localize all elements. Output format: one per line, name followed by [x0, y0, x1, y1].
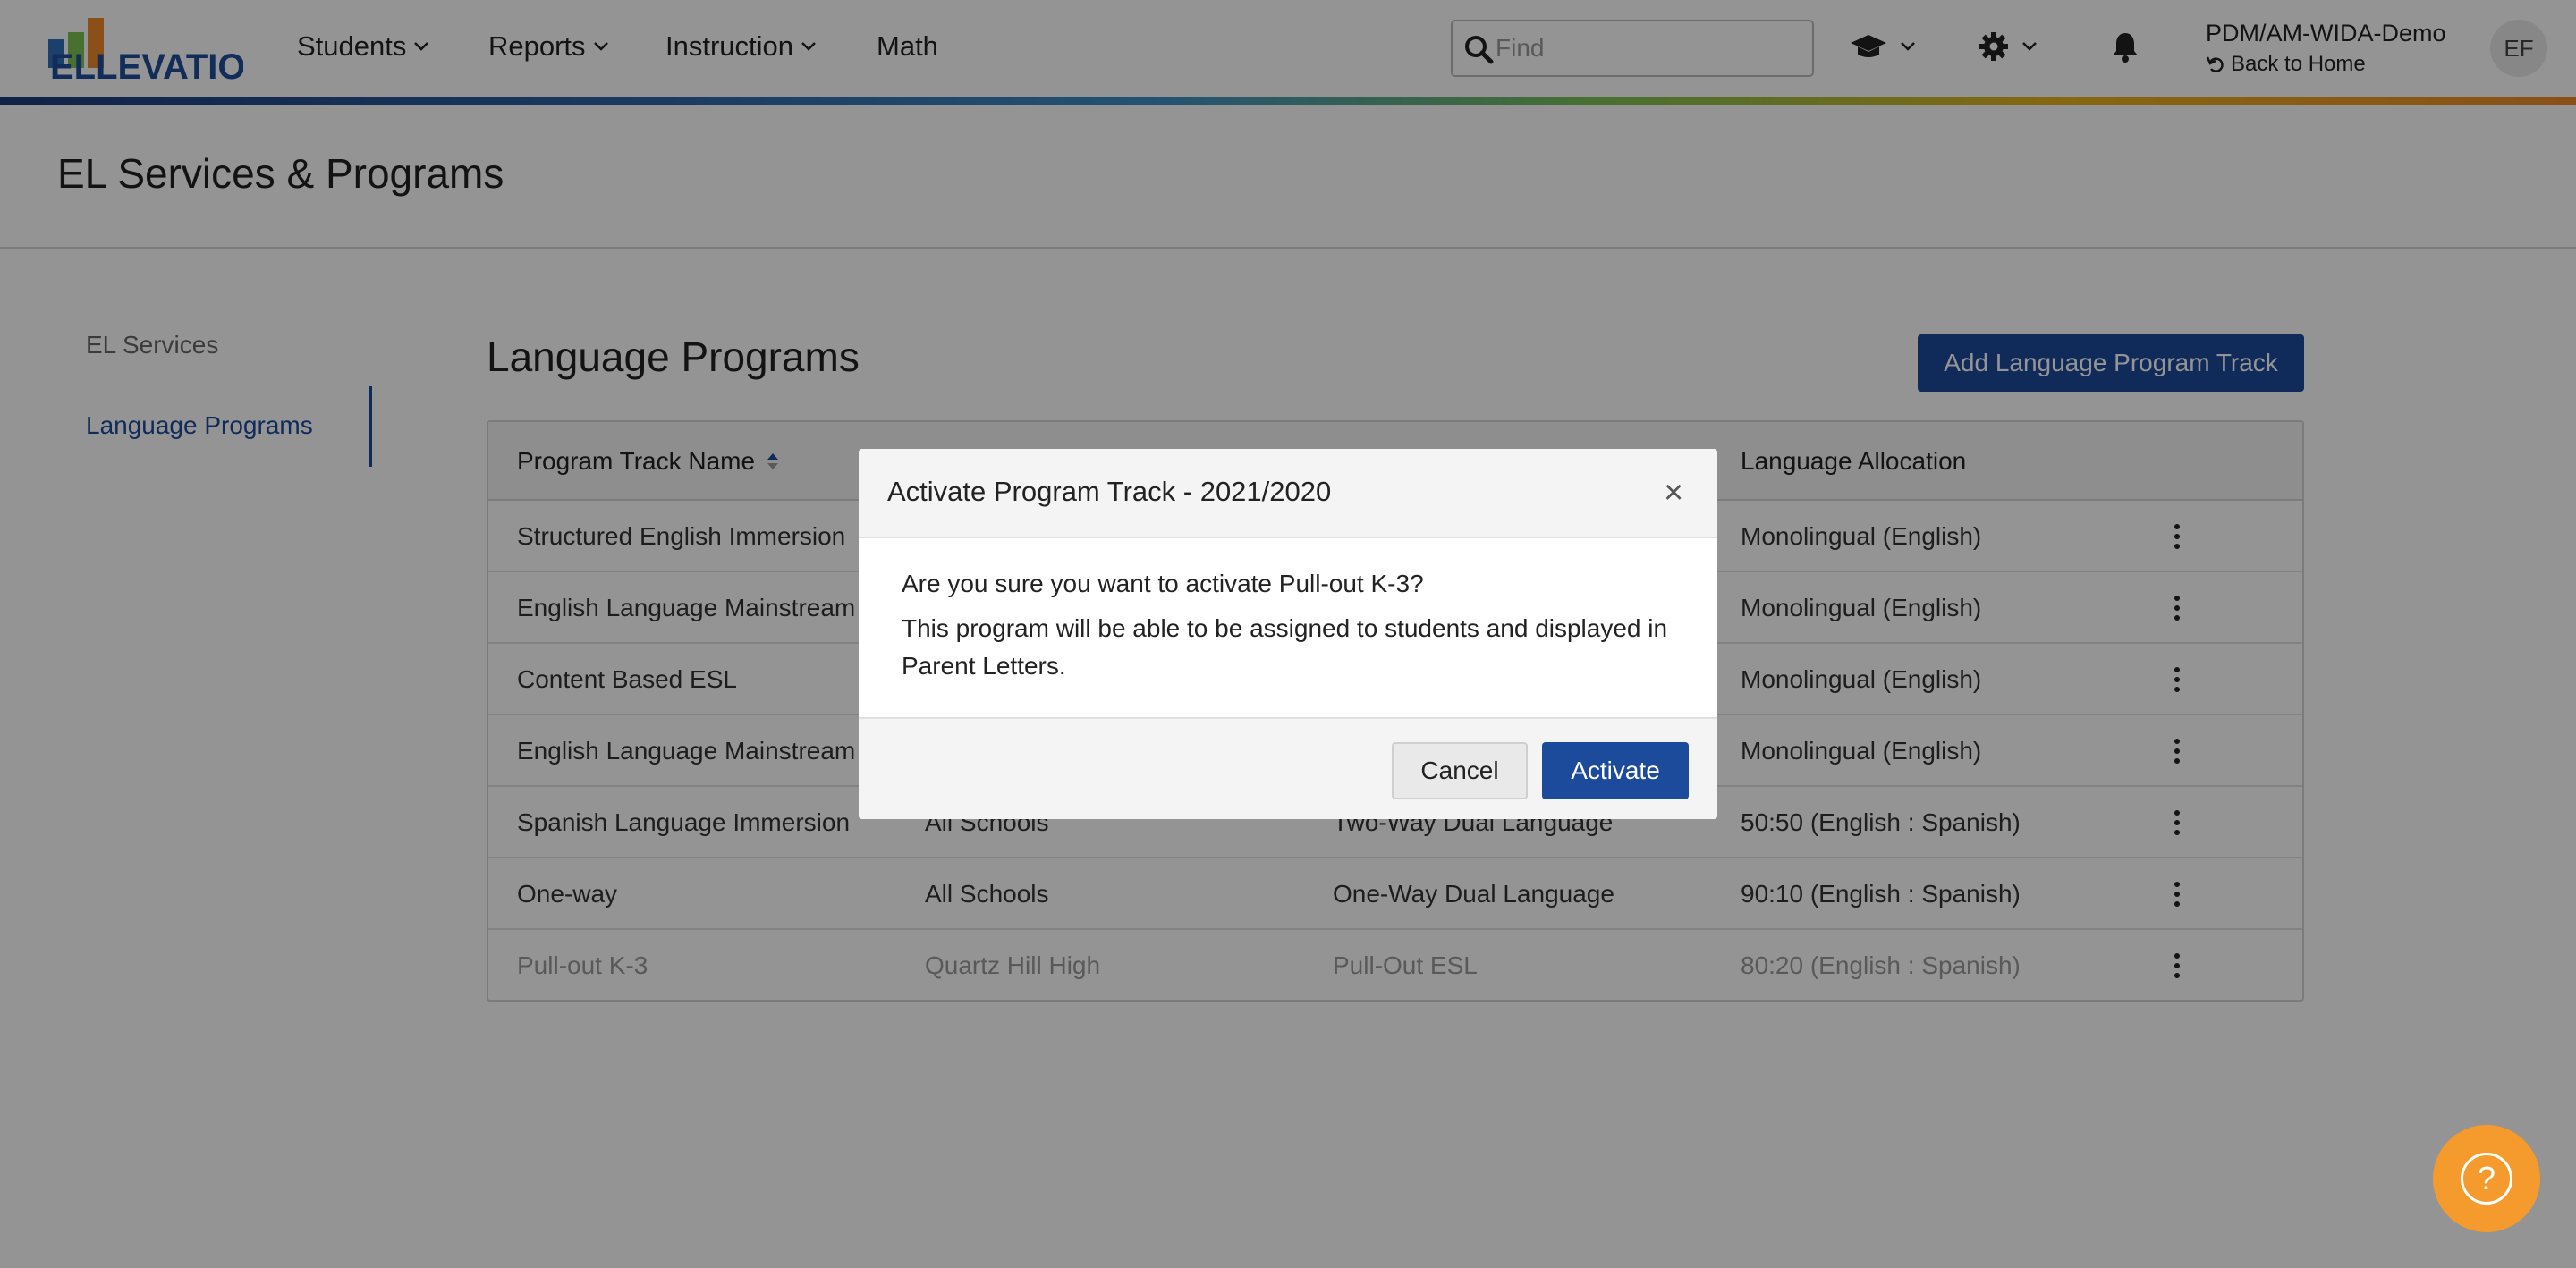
cancel-button[interactable]: Cancel — [1392, 742, 1528, 799]
dialog-header: Activate Program Track - 2021/2020 × — [859, 449, 1717, 538]
dialog-description: This program will be able to be assigned… — [902, 614, 1668, 680]
help-button[interactable]: ? — [2433, 1125, 2540, 1232]
close-icon[interactable]: × — [1664, 476, 1683, 510]
activate-button[interactable]: Activate — [1542, 742, 1689, 799]
dialog-footer: Cancel Activate — [859, 717, 1717, 819]
activate-program-track-dialog: Activate Program Track - 2021/2020 × Are… — [859, 449, 1717, 819]
dialog-body: Are you sure you want to activate Pull-o… — [902, 565, 1689, 685]
dialog-title: Activate Program Track - 2021/2020 — [887, 476, 1332, 507]
question-mark-icon: ? — [2461, 1153, 2512, 1205]
dialog-question: Are you sure you want to activate Pull-o… — [902, 570, 1424, 597]
